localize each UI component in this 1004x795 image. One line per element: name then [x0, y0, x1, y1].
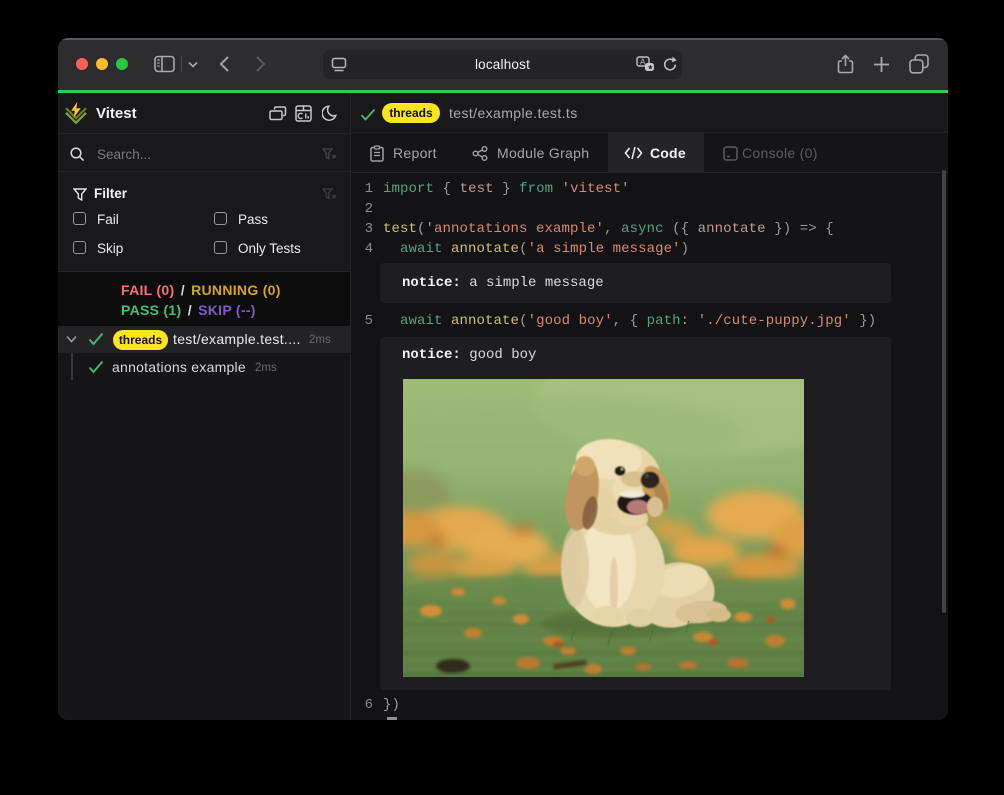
svg-text:★: ★ — [647, 64, 653, 72]
